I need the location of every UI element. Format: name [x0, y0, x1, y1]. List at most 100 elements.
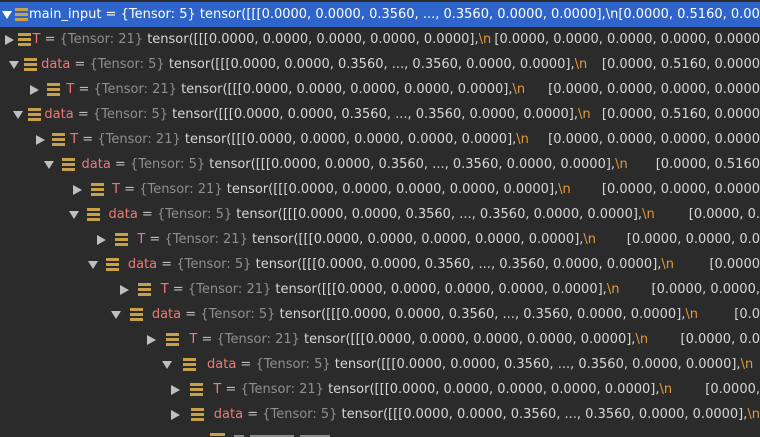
tree-row-data[interactable]: data = {Tensor: 5} tensor([[[0.0000, 0.0…: [0, 102, 760, 127]
tree-row-t[interactable]: T = {Tensor: 21} tensor([[[0.0000, 0.000…: [0, 127, 760, 152]
variables-tree: main_input = {Tensor: 5} tensor([[[0.000…: [0, 0, 760, 437]
variable-value: tensor([[[0.0000, 0.0000, 0.3560, ..., 0…: [279, 307, 686, 322]
tree-row-t[interactable]: T = {Tensor: 21} tensor([[[0.0000, 0.000…: [0, 377, 760, 402]
newline-escape: \n: [478, 32, 492, 47]
variable-value-continuation: [0.0000, 0.5160, 0.0000: [618, 7, 760, 22]
variable-type: {Tensor: 5}: [176, 257, 252, 272]
triangle-right-icon[interactable]: [70, 183, 84, 197]
tree-row-data[interactable]: data = {Tensor: 5} tensor([[[0.0000, 0.0…: [0, 352, 760, 377]
newline-escape: \n: [661, 257, 675, 272]
variable-value-continuation: [0.0000: [709, 257, 760, 272]
variable-name: T: [213, 382, 222, 397]
triangle-down-icon[interactable]: [109, 308, 123, 322]
newline-escape: \n: [583, 232, 597, 247]
tree-row-t[interactable]: T = {Tensor: 21} tensor([[[0.0000, 0.000…: [0, 77, 760, 102]
triangle-right-icon[interactable]: [168, 383, 182, 397]
variable-type: {Tensor: 5}: [156, 207, 233, 222]
variable-name: data: [108, 207, 138, 222]
variable-type: {Tensor: 21}: [187, 282, 272, 297]
stack-icon: [51, 132, 66, 147]
triangle-down-icon[interactable]: [0, 8, 14, 22]
variable-value: tensor([[[0.0000, 0.0000, 0.3560, ..., 0…: [341, 407, 748, 422]
variable-type: {Tensor: 21}: [93, 82, 177, 97]
variable-value: tensor([[[0.0000, 0.0000, 0.0000, 0.0000…: [184, 132, 517, 147]
variable-type: {Tensor: 21}: [59, 32, 144, 47]
variable-value-continuation: [0.0000, 0.0: [680, 332, 760, 347]
tree-row-t[interactable]: T = {Tensor: 21} tensor([[[0.0000, 0.000…: [0, 227, 760, 252]
tree-row-data[interactable]: data = {Tensor: 5} tensor([[[0.0000, 0.0…: [0, 202, 760, 227]
newline-escape: \n: [659, 382, 673, 397]
tree-row-data[interactable]: data = {Tensor: 5} tensor([[[0.0000, 0.0…: [0, 302, 760, 327]
stack-icon: [61, 157, 76, 172]
triangle-down-icon[interactable]: [86, 258, 100, 272]
triangle-down-icon[interactable]: [42, 158, 56, 172]
tree-row-data[interactable]: data = {Tensor: 5} tensor([[[0.0000, 0.0…: [0, 402, 760, 427]
stack-icon: [14, 7, 29, 22]
variable-name: data: [81, 157, 111, 172]
stack-icon: [46, 82, 61, 97]
tree-row-data[interactable]: data = {Tensor: 5} tensor([[[0.0000, 0.0…: [0, 52, 760, 77]
newline-escape: \n: [740, 357, 754, 372]
variable-name: data: [213, 407, 244, 422]
variable-value: tensor([[[0.0000, 0.0000, 0.3560, ..., 0…: [236, 207, 643, 222]
triangle-right-icon[interactable]: [144, 333, 158, 347]
variable-name: T: [70, 132, 79, 147]
triangle-down-icon[interactable]: [7, 58, 21, 72]
newline-escape: \n: [558, 182, 571, 197]
variable-type: {Tensor: 5}: [129, 157, 206, 172]
tree-row-main-input[interactable]: main_input = {Tensor: 5} tensor([[[0.000…: [0, 2, 760, 27]
variable-value-continuation: [0.0000, 0.0000, 0.0000: [601, 182, 760, 197]
variable-name: T: [189, 332, 198, 347]
variable-value: tensor([[[0.0000, 0.0000, 0.3560, ..., 0…: [168, 57, 575, 72]
triangle-right-icon[interactable]: [27, 83, 41, 97]
variable-name: T: [112, 182, 121, 197]
newline-escape: \n: [605, 7, 619, 22]
variable-name: T: [160, 282, 169, 297]
variable-value-continuation: [0.0000, 0.5160, 0.0000: [601, 107, 760, 122]
tree-row-t[interactable]: T = {Tensor: 21} tensor([[[0.0000, 0.000…: [0, 27, 760, 52]
newline-escape: \n: [516, 132, 529, 147]
variable-name: data: [44, 107, 74, 122]
triangle-right-icon[interactable]: [117, 283, 131, 297]
stack-icon: [190, 407, 205, 422]
stack-icon: [129, 307, 144, 322]
triangle-down-icon[interactable]: [67, 208, 81, 222]
variable-type: {Tensor: 21}: [240, 382, 324, 397]
newline-escape: \n: [747, 407, 760, 422]
tree-row-data[interactable]: data = {Tensor: 5} tensor([[[0.0000, 0.0…: [0, 252, 760, 277]
variable-value-continuation: [0.0000, 0.0000, 0.0000, 0.0000, 0.0000: [494, 32, 760, 47]
newline-escape: \n: [574, 57, 588, 72]
variable-name: data: [127, 257, 158, 272]
tree-row-data[interactable]: data = {Tensor: 5} tensor([[[0.0000, 0.0…: [0, 152, 760, 177]
triangle-right-icon[interactable]: [168, 408, 182, 422]
variable-value-continuation: [0.0000, 0.5160: [655, 157, 760, 172]
tree-row-t[interactable]: T = {Tensor: 21} tensor([[[0.0000, 0.000…: [0, 177, 760, 202]
stack-icon: [137, 282, 152, 297]
stack-icon: [105, 257, 120, 272]
triangle-down-icon[interactable]: [11, 108, 25, 122]
variable-type: {Tensor: 5}: [200, 307, 276, 322]
variable-type: {Tensor: 5}: [255, 357, 331, 372]
stack-icon: [23, 57, 38, 72]
stack-icon: [86, 207, 101, 222]
stack-icon: [182, 357, 197, 372]
tree-row-t[interactable]: T = {Tensor: 21} tensor([[[0.0000, 0.000…: [0, 327, 760, 352]
newline-escape: \n: [606, 282, 620, 297]
newline-escape: \n: [615, 157, 628, 172]
stack-icon: [165, 332, 180, 347]
variable-type: {Tensor: 5}: [92, 107, 169, 122]
triangle-right-icon[interactable]: [94, 233, 108, 247]
tree-row-t[interactable]: T = {Tensor: 21} tensor([[[0.0000, 0.000…: [0, 277, 760, 302]
variable-value-continuation: [0.0000, 0.0000, 0.0000, 0.0000: [548, 82, 760, 97]
triangle-right-icon[interactable]: [2, 33, 16, 47]
stack-icon: [27, 107, 42, 122]
variable-type: {Tensor: 5}: [262, 407, 338, 422]
variable-value-continuation: [0.0000, 0.0000, 0.0: [626, 232, 760, 247]
stack-icon: [17, 32, 32, 47]
triangle-down-icon[interactable]: [160, 358, 174, 372]
triangle-right-icon[interactable]: [33, 133, 47, 147]
variable-value: tensor([[[0.0000, 0.0000, 0.0000, 0.0000…: [304, 332, 636, 347]
variable-type: {Tensor: 5}: [89, 57, 165, 72]
stack-icon: [189, 382, 204, 397]
variable-value: tensor([[[0.0000, 0.0000, 0.3560, ..., 0…: [209, 157, 616, 172]
